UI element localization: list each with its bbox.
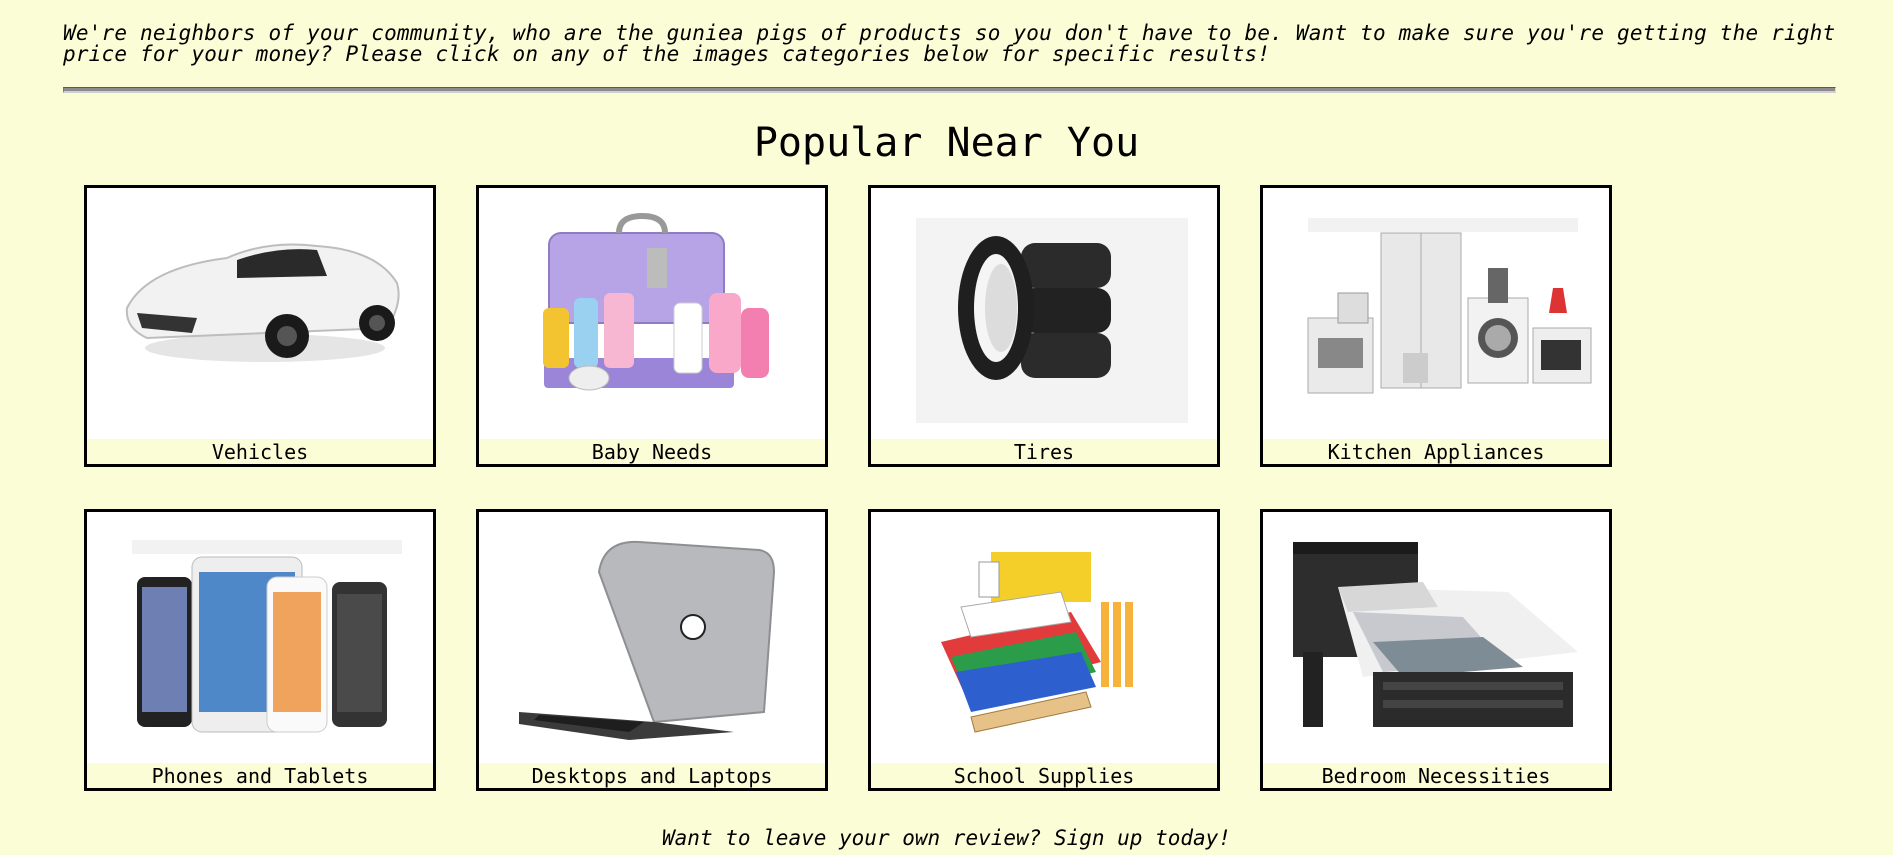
category-label[interactable]: Vehicles	[87, 439, 433, 464]
page-heading: Popular Near You	[753, 120, 1140, 166]
baby-kit-image[interactable]	[479, 188, 825, 439]
laptop-image[interactable]	[479, 512, 825, 763]
category-label[interactable]: School Supplies	[871, 763, 1217, 788]
appliances-image[interactable]	[1263, 188, 1609, 439]
category-label[interactable]: Bedroom Necessities	[1263, 763, 1609, 788]
school-supplies-image[interactable]	[871, 512, 1217, 763]
category-tile-school-supplies[interactable]: School Supplies	[868, 509, 1220, 791]
category-tile-vehicles[interactable]: Vehicles	[84, 185, 436, 467]
category-label[interactable]: Desktops and Laptops	[479, 763, 825, 788]
tires-image[interactable]	[871, 188, 1217, 439]
phones-image[interactable]	[87, 512, 433, 763]
category-tile-tires[interactable]: Tires	[868, 185, 1220, 467]
category-label[interactable]: Phones and Tablets	[87, 763, 433, 788]
horizontal-divider	[63, 87, 1836, 93]
intro-text: We're neighbors of your community, who a…	[63, 21, 1836, 66]
category-tile-desktops-and-laptops[interactable]: Desktops and Laptops	[476, 509, 828, 791]
category-label[interactable]: Kitchen Appliances	[1263, 439, 1609, 464]
category-tile-baby-needs[interactable]: Baby Needs	[476, 185, 828, 467]
category-label[interactable]: Baby Needs	[479, 439, 825, 464]
car-image[interactable]	[87, 188, 433, 439]
category-tile-kitchen-appliances[interactable]: Kitchen Appliances	[1260, 185, 1612, 467]
category-tile-bedroom-necessities[interactable]: Bedroom Necessities	[1260, 509, 1612, 791]
bed-image[interactable]	[1263, 512, 1609, 763]
category-label[interactable]: Tires	[871, 439, 1217, 464]
category-tile-phones-and-tablets[interactable]: Phones and Tablets	[84, 509, 436, 791]
signup-prompt[interactable]: Want to leave your own review? Sign up t…	[0, 824, 1893, 852]
